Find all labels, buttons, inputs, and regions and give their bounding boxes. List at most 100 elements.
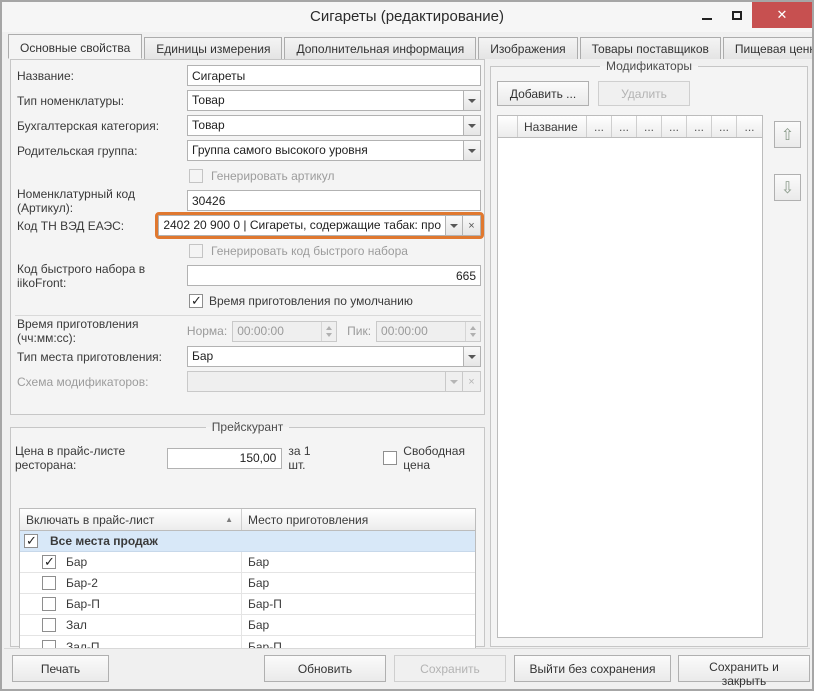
tab-images[interactable]: Изображения xyxy=(478,37,577,59)
row-place: Бар xyxy=(242,576,475,590)
article-code-input[interactable] xyxy=(187,190,481,211)
close-icon: ✕ xyxy=(777,7,788,23)
footer-bar: Печать Обновить Сохранить Выйти без сохр… xyxy=(4,648,810,687)
table-row-zal[interactable]: Зал Бар xyxy=(20,615,475,636)
accounting-category-dropdown-button[interactable] xyxy=(463,115,481,136)
parent-group-label: Родительская группа: xyxy=(15,144,187,158)
save-button: Сохранить xyxy=(394,655,506,682)
cook-place-type-dropdown-button[interactable] xyxy=(463,346,481,367)
table-row-all-places[interactable]: Все места продаж xyxy=(20,531,475,552)
name-input[interactable] xyxy=(187,65,481,86)
tn-ved-combobox[interactable]: 2402 20 900 0 | Сигареты, содержащие таб… xyxy=(158,215,481,236)
row-checkbox[interactable] xyxy=(42,555,56,569)
parent-group-value: Группа самого высокого уровня xyxy=(187,140,463,161)
nomenclature-type-dropdown[interactable]: Товар xyxy=(187,90,481,111)
tn-ved-label: Код ТН ВЭД ЕАЭС: xyxy=(15,219,158,233)
parent-group-row: Родительская группа: Группа самого высок… xyxy=(15,140,481,161)
row-checkbox[interactable] xyxy=(42,618,56,632)
price-label: Цена в прайс-листе ресторана: xyxy=(15,444,167,472)
column-include-in-pricelist[interactable]: Включать в прайс-лист ▲ xyxy=(20,509,242,530)
price-suffix: за 1 шт. xyxy=(288,444,325,472)
title-bar: Сигареты (редактирование) ✕ xyxy=(2,2,812,32)
default-cook-time-checkbox[interactable] xyxy=(189,294,203,308)
generate-article-row: Генерировать артикул xyxy=(15,165,481,186)
arrow-up-icon: ⇧ xyxy=(781,125,794,145)
modifier-scheme-row: Схема модификаторов: × xyxy=(15,371,481,392)
table-row-bar-p[interactable]: Бар-П Бар-П xyxy=(20,594,475,615)
generate-quick-code-checkbox xyxy=(189,244,203,258)
modifier-scheme-dropdown: × xyxy=(187,371,481,392)
tn-ved-clear-button[interactable]: × xyxy=(463,215,481,236)
window-controls: ✕ xyxy=(692,2,812,28)
delete-modifier-button: Удалить xyxy=(598,81,690,106)
cook-place-type-dropdown[interactable]: Бар xyxy=(187,346,481,367)
parent-group-dropdown[interactable]: Группа самого высокого уровня xyxy=(187,140,481,161)
generate-quick-code-row: Генерировать код быстрого набора xyxy=(15,240,481,261)
maximize-button[interactable] xyxy=(722,2,752,28)
quick-code-input[interactable] xyxy=(187,265,481,286)
tn-ved-highlight: 2402 20 900 0 | Сигареты, содержащие таб… xyxy=(158,215,481,236)
row-checkbox[interactable] xyxy=(42,576,56,590)
tn-ved-value: 2402 20 900 0 | Сигареты, содержащие таб… xyxy=(158,215,445,236)
modifiers-col-dots[interactable]: ... xyxy=(662,116,687,137)
modifiers-col-dots[interactable]: ... xyxy=(587,116,612,137)
move-down-button[interactable]: ⇩ xyxy=(774,174,801,201)
free-price-group: Свободная цена xyxy=(383,444,480,472)
modifiers-col-dots[interactable]: ... xyxy=(687,116,712,137)
table-row-bar2[interactable]: Бар-2 Бар xyxy=(20,573,475,594)
free-price-label: Свободная цена xyxy=(403,444,480,472)
row-name: Бар-П xyxy=(66,597,100,611)
tab-bar: Основные свойства Единицы измерения Допо… xyxy=(8,34,806,59)
free-price-checkbox[interactable] xyxy=(383,451,397,465)
modifiers-col-name[interactable]: Название xyxy=(518,116,587,137)
modifiers-col-dots[interactable]: ... xyxy=(712,116,737,137)
chevron-down-icon xyxy=(450,224,458,228)
tab-supplier-products[interactable]: Товары поставщиков xyxy=(580,37,721,59)
close-button[interactable]: ✕ xyxy=(752,2,812,28)
refresh-button[interactable]: Обновить xyxy=(264,655,386,682)
accounting-category-dropdown[interactable]: Товар xyxy=(187,115,481,136)
row-name: Бар xyxy=(66,555,87,569)
default-cook-time-row: Время приготовления по умолчанию xyxy=(15,290,481,311)
table-row-bar[interactable]: Бар Бар xyxy=(20,552,475,573)
modifier-scheme-clear-button: × xyxy=(463,371,481,392)
column-cook-place[interactable]: Место приготовления xyxy=(242,509,475,530)
cook-time-peak-value: 00:00:00 xyxy=(377,322,465,341)
column-include-label: Включать в прайс-лист xyxy=(26,513,154,527)
nomenclature-type-row: Тип номенклатуры: Товар xyxy=(15,90,481,111)
nomenclature-type-dropdown-button[interactable] xyxy=(463,90,481,111)
save-and-close-button[interactable]: Сохранить и закрыть xyxy=(678,655,810,682)
row-checkbox[interactable] xyxy=(24,534,38,548)
row-checkbox[interactable] xyxy=(42,597,56,611)
add-modifier-button[interactable]: Добавить ... xyxy=(497,81,589,106)
dialog-window: Сигареты (редактирование) ✕ Основные сво… xyxy=(0,0,814,691)
tab-additional-info[interactable]: Дополнительная информация xyxy=(284,37,476,59)
row-name: Бар-2 xyxy=(66,576,98,590)
tn-ved-dropdown-button[interactable] xyxy=(445,215,463,236)
modifiers-col-dots[interactable]: ... xyxy=(612,116,637,137)
spinner-buttons xyxy=(321,322,336,341)
modifiers-legend: Модификаторы xyxy=(600,59,698,73)
modifier-scheme-label: Схема модификаторов: xyxy=(15,375,187,389)
modifiers-col-dots[interactable]: ... xyxy=(737,116,762,137)
tab-units[interactable]: Единицы измерения xyxy=(144,37,282,59)
exit-without-saving-button[interactable]: Выйти без сохранения xyxy=(514,655,671,682)
chevron-down-icon xyxy=(468,124,476,128)
row-place: Бар-П xyxy=(242,597,475,611)
tab-nutrition[interactable]: Пищевая ценность xyxy=(723,37,814,59)
modifier-scheme-dropdown-button xyxy=(445,371,463,392)
move-up-button[interactable]: ⇧ xyxy=(774,121,801,148)
tab-main-properties[interactable]: Основные свойства xyxy=(8,34,142,59)
cook-place-type-value: Бар xyxy=(187,346,463,367)
modifiers-col-dots[interactable]: ... xyxy=(637,116,662,137)
parent-group-dropdown-button[interactable] xyxy=(463,140,481,161)
modifiers-col-empty xyxy=(498,116,518,137)
spinner-down-icon xyxy=(470,333,476,337)
print-button[interactable]: Печать xyxy=(12,655,109,682)
price-input[interactable] xyxy=(167,448,282,469)
main-properties-panel: Название: Тип номенклатуры: Товар Бухгал… xyxy=(10,59,485,415)
arrow-down-icon: ⇩ xyxy=(781,178,794,198)
nomenclature-type-label: Тип номенклатуры: xyxy=(15,94,187,108)
modifier-reorder-buttons: ⇧ ⇩ xyxy=(774,121,801,201)
minimize-button[interactable] xyxy=(692,2,722,28)
